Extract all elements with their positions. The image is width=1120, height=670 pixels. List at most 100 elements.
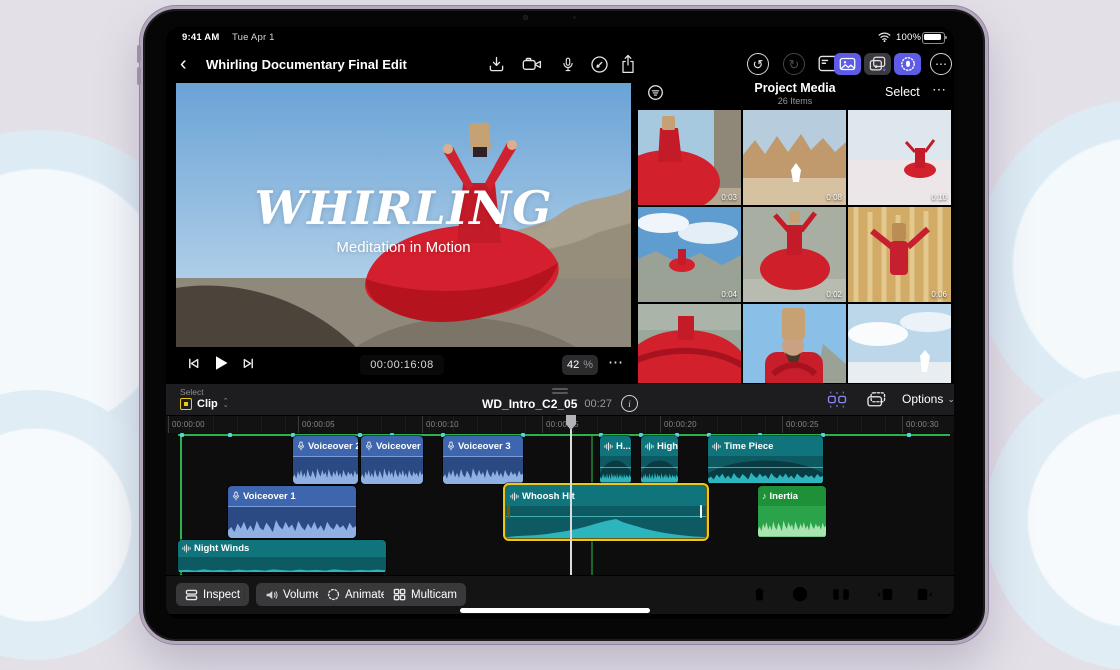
timeline-clip[interactable]: Time Piece — [708, 436, 823, 484]
media-thumbnail[interactable] — [743, 304, 846, 383]
clip-duration-badge: 0:08 — [826, 193, 842, 202]
record-video-icon[interactable] — [521, 54, 544, 75]
clip-duration-badge: 0:04 — [721, 290, 737, 299]
skip-back-icon[interactable] — [187, 357, 200, 370]
insert-overwrite-button[interactable] — [874, 584, 894, 604]
inspect-button[interactable]: Inspect — [176, 583, 249, 606]
mic-hole — [573, 16, 576, 19]
ruler-label: 00:00:05 — [302, 420, 335, 429]
timeline-clip[interactable]: H... — [600, 436, 631, 484]
waveform-icon — [712, 442, 721, 451]
media-more-button[interactable]: ⋯ — [932, 81, 947, 98]
clip-duration-badge: 0:10 — [931, 193, 947, 202]
media-thumbnail[interactable] — [848, 304, 951, 383]
pencil-tool-icon[interactable] — [589, 54, 610, 75]
timeline-clip[interactable]: Voiceover 2 — [361, 436, 423, 484]
media-thumbnail[interactable]: 0:02 — [743, 207, 846, 302]
mic-icon[interactable] — [559, 54, 577, 75]
share-icon[interactable] — [618, 53, 638, 75]
viewer[interactable]: WHIRLING Meditation in Motion — [176, 83, 631, 347]
timeline-header: Select Clip ⌃ ⌄ WD_Intro_C2_05 00:27 i — [166, 383, 954, 416]
media-thumbnail[interactable]: 0:04 — [638, 207, 741, 302]
media-panel-header: Project Media 26 Items — [715, 81, 875, 106]
clips-button[interactable] — [864, 53, 891, 75]
media-panel-count: 26 Items — [715, 96, 875, 106]
multicam-button[interactable]: Multicam — [384, 583, 466, 606]
media-thumbnail[interactable] — [638, 304, 741, 383]
connect-clips-icon[interactable] — [826, 391, 848, 408]
viewer-more-button[interactable]: ⋯ — [608, 353, 624, 371]
import-icon[interactable] — [486, 54, 507, 75]
approve-button[interactable] — [790, 584, 810, 604]
wifi-icon — [878, 32, 891, 42]
overlay-clips-icon[interactable] — [866, 391, 887, 408]
delete-button[interactable] — [749, 584, 769, 604]
timeline-clip[interactable]: Voiceover 2 — [293, 436, 358, 484]
media-browser-button[interactable] — [834, 53, 861, 75]
selected-clip-duration: 00:27 — [584, 398, 612, 410]
undo-button[interactable]: ↺ — [747, 53, 769, 75]
mic-icon — [365, 441, 373, 451]
media-thumbnail[interactable]: 0:03 — [638, 110, 741, 205]
ruler-label: 00:00:20 — [664, 420, 697, 429]
timeline-clip[interactable]: Voiceover 1 — [228, 486, 356, 538]
music-note-icon: ♪ — [762, 491, 767, 501]
mic-icon — [297, 441, 305, 451]
ruler-label: 00:00:25 — [786, 420, 819, 429]
front-camera — [523, 15, 528, 20]
select-button[interactable]: Select — [885, 85, 920, 99]
filter-icon[interactable] — [647, 84, 664, 101]
inspector-icon — [185, 589, 198, 601]
options-label: Options — [902, 392, 943, 406]
media-thumbnail[interactable]: 0:10 — [848, 110, 951, 205]
append-clip-button[interactable] — [916, 584, 936, 604]
media-thumbnail[interactable]: 0:08 — [743, 110, 846, 205]
jog-wheel-icon — [900, 56, 916, 72]
ruler-label: 00:00:00 — [172, 420, 205, 429]
panel-drag-handle[interactable] — [552, 388, 568, 390]
timeline-clip[interactable]: ♪Inertia — [758, 486, 826, 538]
options-button[interactable]: Options ⌄ — [902, 392, 954, 406]
status-time: 9:41 AM — [182, 32, 219, 43]
timeline-clip-selected[interactable]: Whoosh Hit — [503, 483, 709, 541]
clips-star-icon — [869, 56, 886, 72]
playhead-line[interactable] — [570, 415, 572, 575]
ruler-label: 00:00:10 — [426, 420, 459, 429]
waveform-icon — [182, 544, 191, 553]
app-screen: 9:41 AM Tue Apr 1 100% ‹ Whirling Docume… — [166, 27, 954, 619]
volume-down-button — [137, 67, 141, 85]
trim-handle-left[interactable] — [507, 505, 510, 518]
media-panel: Project Media 26 Items Select ⋯ 0:03 0:0… — [637, 76, 954, 383]
play-button[interactable] — [212, 354, 230, 372]
chevron-down-icon: ⌄ — [947, 394, 954, 405]
video-subtitle-text: Meditation in Motion — [176, 239, 631, 256]
home-indicator[interactable] — [460, 608, 650, 613]
video-title-text: WHIRLING — [176, 181, 631, 235]
timeline-clip[interactable]: High... — [641, 436, 678, 484]
multicam-icon — [393, 588, 406, 601]
battery-icon — [922, 32, 945, 44]
jog-wheel-button[interactable] — [894, 53, 921, 75]
media-thumbnail[interactable]: 0:06 — [848, 207, 951, 302]
clip-duration-badge: 0:06 — [931, 290, 947, 299]
waveform-icon — [510, 492, 519, 501]
timeline-clip[interactable]: Voiceover 3 — [443, 436, 523, 484]
back-button[interactable]: ‹ — [180, 51, 187, 77]
ruler-label: 00:00:30 — [906, 420, 939, 429]
info-icon[interactable]: i — [621, 395, 638, 412]
split-clip-button[interactable] — [831, 584, 851, 604]
timeline-tracks[interactable]: Voiceover 2 Voiceover 2 Voiceover 3 H...… — [166, 433, 954, 575]
waveform-icon — [645, 442, 654, 451]
volume-up-button — [137, 45, 141, 63]
zoom-level-button[interactable]: 42% — [562, 355, 598, 375]
mic-icon — [232, 491, 240, 501]
waveform-icon — [604, 442, 613, 451]
clip-duration-badge: 0:03 — [721, 193, 737, 202]
panel-drag-handle[interactable] — [552, 392, 568, 394]
timeline-clip[interactable]: Night Winds — [178, 540, 386, 573]
timeline-ruler[interactable]: 00:00:00 00:00:05 00:00:10 00:00:15 00:0… — [166, 415, 954, 434]
skip-forward-icon[interactable] — [242, 357, 255, 370]
more-button[interactable]: ⋯ — [930, 53, 952, 75]
trim-handle-right[interactable] — [700, 505, 703, 518]
page-background: 9:41 AM Tue Apr 1 100% ‹ Whirling Docume… — [0, 0, 1120, 646]
